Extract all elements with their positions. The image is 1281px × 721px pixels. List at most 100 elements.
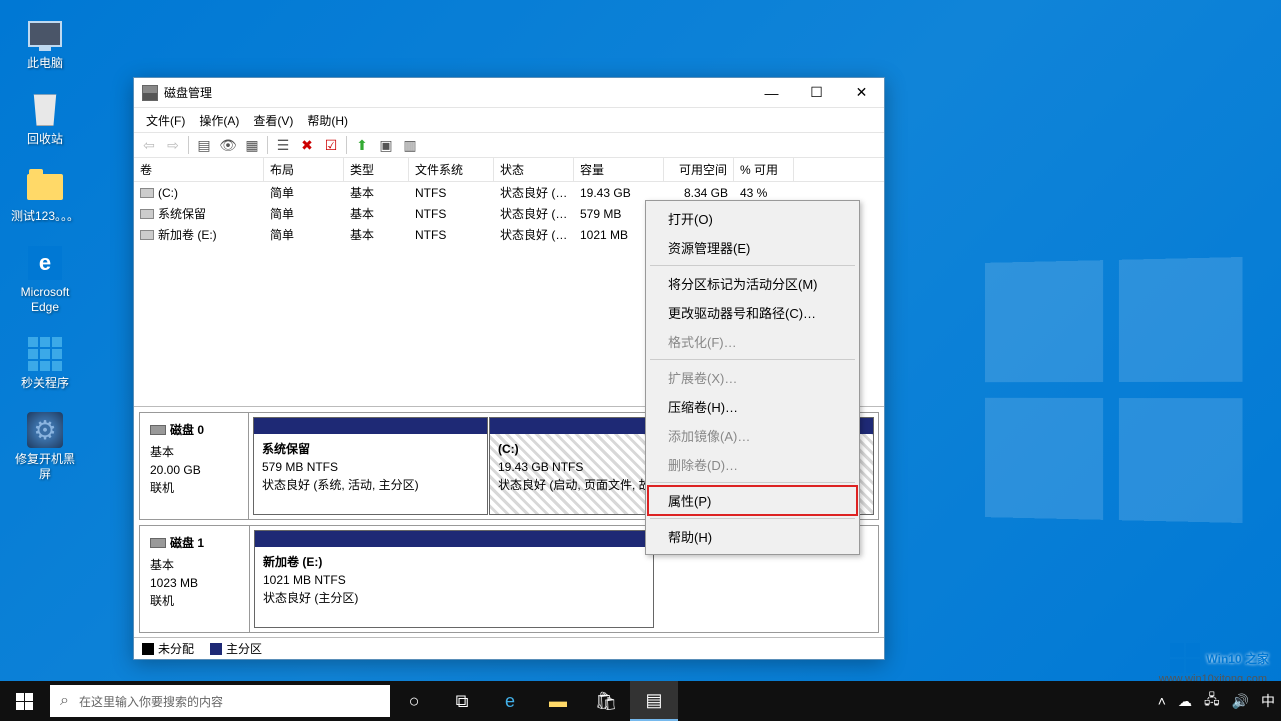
desktop-icon-edge[interactable]: eMicrosoft Edge xyxy=(10,243,80,314)
toolbar-delete[interactable]: ✖ xyxy=(296,135,318,155)
recyclebin-icon xyxy=(25,90,65,130)
desktop-icon-label: 修复开机黑屏 xyxy=(10,452,80,481)
back-button[interactable]: ⇦ xyxy=(138,135,160,155)
watermark-text: Win10 之家 xyxy=(1206,650,1269,667)
disk-info[interactable]: 磁盘 0基本20.00 GB联机 xyxy=(140,413,249,519)
volume-icon xyxy=(140,209,154,219)
toolbar-view2[interactable]: 👁 xyxy=(217,135,239,155)
tray-onedrive-icon[interactable]: ☁ xyxy=(1172,693,1198,710)
menu-help[interactable]: 帮助(H) xyxy=(301,110,354,131)
window-controls: — ☐ ✕ xyxy=(749,78,884,107)
taskbar-edge[interactable]: e xyxy=(486,681,534,721)
desktop-icon-recyclebin[interactable]: 回收站 xyxy=(10,90,80,146)
col-fs[interactable]: 文件系统 xyxy=(409,158,494,181)
volume-icon xyxy=(140,230,154,240)
taskview-button[interactable]: ⧉ xyxy=(438,681,486,721)
context-menu-item: 添加镜像(A)… xyxy=(648,421,857,450)
toolbar-separator xyxy=(267,136,268,154)
context-menu-item: 扩展卷(X)… xyxy=(648,363,857,392)
col-status[interactable]: 状态 xyxy=(494,158,574,181)
menu-view[interactable]: 查看(V) xyxy=(247,110,299,131)
toolbar-props[interactable]: ▣ xyxy=(375,135,397,155)
tray-volume-icon[interactable]: 🔊 xyxy=(1226,693,1255,710)
forward-button[interactable]: ⇨ xyxy=(162,135,184,155)
volume-box[interactable]: 新加卷 (E:)1021 MB NTFS状态良好 (主分区) xyxy=(254,530,654,628)
disk-icon xyxy=(150,538,166,548)
menubar: 文件(F) 操作(A) 查看(V) 帮助(H) xyxy=(134,108,884,132)
col-type[interactable]: 类型 xyxy=(344,158,409,181)
menu-separator xyxy=(650,518,855,519)
menu-separator xyxy=(650,359,855,360)
toolbar: ⇦ ⇨ ▤ 👁 ▦ ☰ ✖ ☑ ⬆ ▣ ▥ xyxy=(134,132,884,158)
grid-icon xyxy=(25,334,65,374)
context-menu-item[interactable]: 打开(O) xyxy=(648,204,857,233)
tray-ime-icon[interactable]: 中 xyxy=(1255,691,1281,711)
desktop-icon-grid[interactable]: 秒关程序 xyxy=(10,334,80,390)
col-volume[interactable]: 卷 xyxy=(134,158,264,181)
context-menu-item[interactable]: 资源管理器(E) xyxy=(648,233,857,262)
col-capacity[interactable]: 容量 xyxy=(574,158,664,181)
toolbar-check[interactable]: ☑ xyxy=(320,135,342,155)
toolbar-separator xyxy=(346,136,347,154)
windows-icon xyxy=(1170,643,1200,673)
disk-info[interactable]: 磁盘 1基本1023 MB联机 xyxy=(140,526,250,632)
system-tray: ˄ ☁ 🖧 🔊 中 xyxy=(1152,681,1281,721)
desktop-icons: 此电脑 回收站 测试123。。。 eMicrosoft Edge 秒关程序 ⚙修… xyxy=(10,14,80,481)
col-free[interactable]: 可用空间 xyxy=(664,158,734,181)
toolbar-view1[interactable]: ▤ xyxy=(193,135,215,155)
taskbar-explorer[interactable]: ▬ xyxy=(534,681,582,721)
gear-icon: ⚙ xyxy=(25,410,65,450)
toolbar-refresh[interactable]: ☰ xyxy=(272,135,294,155)
titlebar[interactable]: 磁盘管理 — ☐ ✕ xyxy=(134,78,884,108)
legend-item: 未分配 xyxy=(142,640,194,657)
context-menu-item[interactable]: 帮助(H) xyxy=(648,522,857,551)
col-pct[interactable]: % 可用 xyxy=(734,158,794,181)
desktop-icon-label: 回收站 xyxy=(27,132,63,146)
context-menu-item[interactable]: 压缩卷(H)… xyxy=(648,392,857,421)
desktop-icon-thispc[interactable]: 此电脑 xyxy=(10,14,80,70)
menu-separator xyxy=(650,482,855,483)
context-menu: 打开(O)资源管理器(E) 将分区标记为活动分区(M)更改驱动器号和路径(C)…格… xyxy=(645,200,860,555)
edge-icon: e xyxy=(25,243,65,283)
close-button[interactable]: ✕ xyxy=(839,78,884,107)
taskbar-store[interactable]: 🛍 xyxy=(582,681,630,721)
context-menu-item[interactable]: 更改驱动器号和路径(C)… xyxy=(648,298,857,327)
toolbar-list[interactable]: ▥ xyxy=(399,135,421,155)
app-icon xyxy=(142,85,158,101)
desktop-icon-label: 秒关程序 xyxy=(21,376,69,390)
col-layout[interactable]: 布局 xyxy=(264,158,344,181)
start-button[interactable] xyxy=(0,681,48,721)
search-placeholder: 在这里输入你要搜索的内容 xyxy=(79,693,223,710)
window-title: 磁盘管理 xyxy=(164,84,749,101)
volume-icon xyxy=(140,188,154,198)
taskbar: ⌕ 在这里输入你要搜索的内容 ○ ⧉ e ▬ 🛍 ▤ ˄ ☁ 🖧 🔊 中 xyxy=(0,681,1281,721)
maximize-button[interactable]: ☐ xyxy=(794,78,839,107)
cortana-button[interactable]: ○ xyxy=(390,681,438,721)
desktop-icon-folder[interactable]: 测试123。。。 xyxy=(10,167,80,223)
table-header: 卷 布局 类型 文件系统 状态 容量 可用空间 % 可用 xyxy=(134,158,884,182)
tray-network-icon[interactable]: 🖧 xyxy=(1198,689,1226,713)
desktop-icon-label: 测试123。。。 xyxy=(11,209,79,223)
menu-separator xyxy=(650,265,855,266)
pc-icon xyxy=(25,14,65,54)
search-input[interactable]: ⌕ 在这里输入你要搜索的内容 xyxy=(50,685,390,717)
folder-icon xyxy=(25,167,65,207)
menu-action[interactable]: 操作(A) xyxy=(193,110,245,131)
context-menu-item: 格式化(F)… xyxy=(648,327,857,356)
volume-box[interactable]: 系统保留579 MB NTFS状态良好 (系统, 活动, 主分区) xyxy=(253,417,488,515)
context-menu-item[interactable]: 将分区标记为活动分区(M) xyxy=(648,269,857,298)
taskbar-diskmgmt[interactable]: ▤ xyxy=(630,681,678,721)
desktop-icon-label: Microsoft Edge xyxy=(10,285,80,314)
minimize-button[interactable]: — xyxy=(749,78,794,107)
legend-swatch xyxy=(210,643,222,655)
watermark: Win10 之家 xyxy=(1170,643,1269,673)
search-icon: ⌕ xyxy=(60,692,69,710)
tray-chevron-icon[interactable]: ˄ xyxy=(1152,693,1172,709)
desktop-icon-gear[interactable]: ⚙修复开机黑屏 xyxy=(10,410,80,481)
disk-icon xyxy=(150,425,166,435)
context-menu-item[interactable]: 属性(P) xyxy=(648,486,857,515)
menu-file[interactable]: 文件(F) xyxy=(140,110,191,131)
toolbar-view3[interactable]: ▦ xyxy=(241,135,263,155)
context-menu-item: 删除卷(D)… xyxy=(648,450,857,479)
toolbar-up[interactable]: ⬆ xyxy=(351,135,373,155)
